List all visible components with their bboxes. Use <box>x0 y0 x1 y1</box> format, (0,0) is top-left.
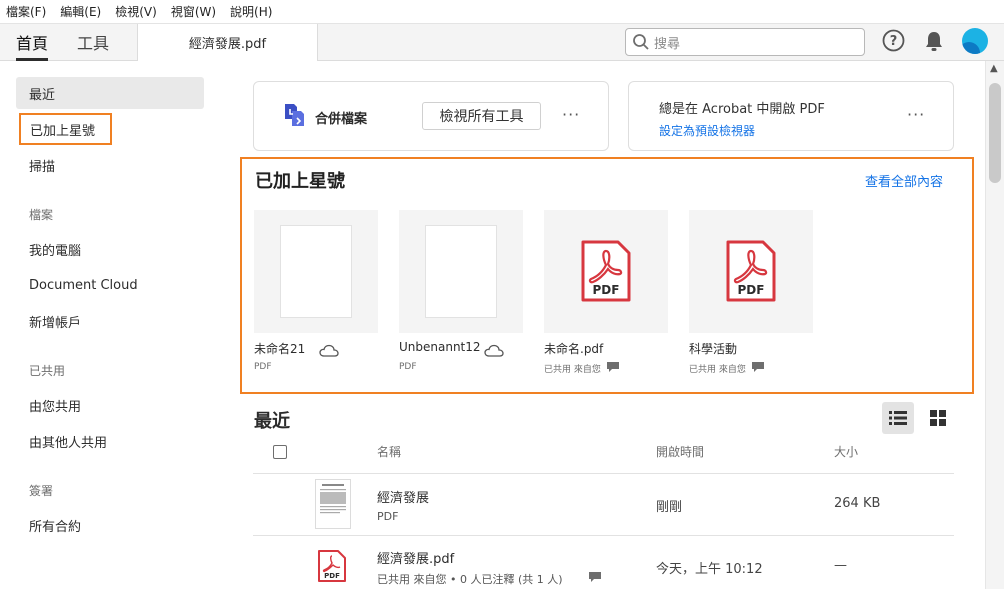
starred-file-name[interactable]: 未命名21 <box>254 340 305 357</box>
document-thumbnail <box>315 479 351 529</box>
starred-file-name[interactable]: 未命名.pdf <box>544 340 603 357</box>
tab-document[interactable]: 經濟發展.pdf <box>137 24 318 61</box>
cloud-icon <box>484 344 504 357</box>
starred-file-thumbnail[interactable] <box>399 210 523 333</box>
recent-title: 最近 <box>254 411 290 432</box>
starred-title: 已加上星號 <box>255 171 345 192</box>
starred-file-shared: 已共用 來自您 <box>544 365 601 375</box>
select-all-checkbox[interactable] <box>273 445 287 459</box>
pdf-label: PDF <box>738 283 765 297</box>
pdf-file-icon: PDF <box>726 240 776 302</box>
search-input[interactable]: 搜尋 <box>625 28 865 56</box>
pdf-label: PDF <box>593 283 620 297</box>
menu-window[interactable]: 視窗(W) <box>171 3 216 20</box>
starred-file-name[interactable]: 科學活動 <box>689 340 737 357</box>
sidebar-item-shared-by-you[interactable]: 由您共用 <box>16 389 204 421</box>
default-viewer-card: 總是在 Acrobat 中開啟 PDF 設定為預設檢視器 ··· <box>628 81 954 151</box>
divider <box>253 473 954 474</box>
sidebar-item-scan[interactable]: 掃描 <box>16 149 204 181</box>
file-shared-status: 已共用 來自您 • 0 人已注釋 (共 1 人) <box>377 573 563 586</box>
sidebar-item-starred[interactable]: 已加上星號 <box>19 113 112 145</box>
sidebar-heading-sign: 簽署 <box>29 484 54 498</box>
set-default-viewer-link[interactable]: 設定為預設檢視器 <box>659 122 755 139</box>
more-options-icon[interactable]: ··· <box>907 105 925 124</box>
pdf-file-icon: PDF <box>581 240 631 302</box>
sidebar-item-shared-by-others[interactable]: 由其他人共用 <box>16 425 204 457</box>
column-header-name[interactable]: 名稱 <box>377 443 401 460</box>
blank-page-preview <box>425 225 497 318</box>
see-all-link[interactable]: 查看全部內容 <box>865 171 943 190</box>
starred-file-thumbnail[interactable]: PDF <box>689 210 813 333</box>
sidebar-heading-files: 檔案 <box>29 208 54 222</box>
main-content: 合併檔案 檢視所有工具 ··· 總是在 Acrobat 中開啟 PDF 設定為預… <box>222 61 985 589</box>
pdf-file-icon: PDF <box>318 550 346 582</box>
tab-document-label: 經濟發展.pdf <box>188 37 267 52</box>
list-view-icon <box>889 411 907 425</box>
scroll-up-icon[interactable]: ▲ <box>990 63 998 74</box>
opened-time: 剛剛 <box>656 500 683 515</box>
file-name[interactable]: 經濟發展 <box>377 487 429 506</box>
starred-file-type: PDF <box>254 362 272 372</box>
sidebar-item-all-agreements[interactable]: 所有合約 <box>16 509 204 541</box>
sidebar-item-add-account[interactable]: 新增帳戶 <box>16 305 204 337</box>
starred-file-name[interactable]: Unbenannt12 <box>399 340 481 354</box>
blank-page-preview <box>280 225 352 318</box>
help-icon[interactable]: ? <box>882 29 905 52</box>
file-size: 264 KB <box>834 496 881 511</box>
menu-bar: 檔案(F) 編輯(E) 檢視(V) 視窗(W) 說明(H) <box>0 0 1004 24</box>
column-header-opened[interactable]: 開啟時間 <box>656 443 704 460</box>
tab-home[interactable]: 首頁 <box>16 30 48 54</box>
view-all-tools-button[interactable]: 檢視所有工具 <box>422 102 541 130</box>
always-open-text: 總是在 Acrobat 中開啟 PDF <box>659 102 825 117</box>
tab-tools[interactable]: 工具 <box>77 30 109 54</box>
comment-icon <box>589 572 601 582</box>
search-icon <box>633 34 649 50</box>
avatar[interactable] <box>962 28 988 54</box>
grid-view-button[interactable] <box>922 402 954 434</box>
comment-icon <box>752 362 764 372</box>
search-placeholder: 搜尋 <box>654 36 681 52</box>
file-name[interactable]: 經濟發展.pdf <box>377 548 454 567</box>
menu-edit[interactable]: 編輯(E) <box>60 3 101 20</box>
menu-file[interactable]: 檔案(F) <box>6 3 46 20</box>
pdf-label: PDF <box>324 572 340 580</box>
cloud-icon <box>319 344 339 357</box>
starred-file-type: PDF <box>399 362 417 372</box>
column-header-size[interactable]: 大小 <box>834 443 858 460</box>
sidebar-item-my-computer[interactable]: 我的電腦 <box>16 233 204 265</box>
more-options-icon[interactable]: ··· <box>562 105 580 124</box>
starred-section: 已加上星號 查看全部內容 未命名21 PDF Unbenannt12 PDF P… <box>240 157 974 394</box>
vertical-scrollbar[interactable]: ▲ <box>985 61 1004 589</box>
file-size: — <box>834 558 847 573</box>
combine-files-icon <box>285 104 304 126</box>
sidebar: 最近 已加上星號 掃描 檔案 我的電腦 Document Cloud 新增帳戶 … <box>0 61 222 589</box>
combine-files-card: 合併檔案 檢視所有工具 ··· <box>253 81 609 151</box>
starred-file-shared: 已共用 來自您 <box>689 365 746 375</box>
grid-view-icon <box>930 410 946 426</box>
bell-icon[interactable] <box>923 30 945 52</box>
sidebar-heading-shared: 已共用 <box>29 364 66 378</box>
starred-file-thumbnail[interactable] <box>254 210 378 333</box>
starred-file-thumbnail[interactable]: PDF <box>544 210 668 333</box>
sidebar-item-document-cloud[interactable]: Document Cloud <box>16 269 204 301</box>
file-type: PDF <box>377 510 399 523</box>
menu-help[interactable]: 說明(H) <box>230 3 272 20</box>
top-bar: 首頁 工具 經濟發展.pdf 搜尋 ? <box>0 24 1004 61</box>
svg-text:?: ? <box>890 34 898 49</box>
comment-icon <box>607 362 619 372</box>
sidebar-item-recent[interactable]: 最近 <box>16 77 204 109</box>
scroll-thumb[interactable] <box>989 83 1001 183</box>
divider <box>253 535 954 536</box>
menu-view[interactable]: 檢視(V) <box>115 3 157 20</box>
combine-files-label[interactable]: 合併檔案 <box>315 108 367 127</box>
list-view-button[interactable] <box>882 402 914 434</box>
opened-time: 今天，上午 10:12 <box>656 562 763 577</box>
